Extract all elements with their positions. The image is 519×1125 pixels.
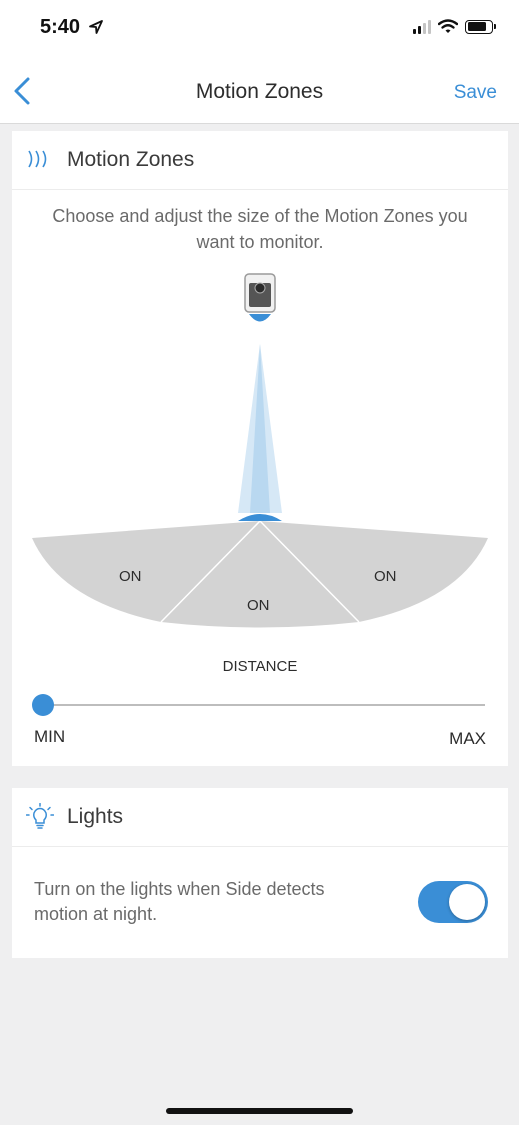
motion-waves-icon	[28, 150, 47, 168]
slider-max-label: MAX	[449, 729, 486, 748]
lights-card: Lights Turn on the lights when Side dete…	[12, 788, 508, 958]
distance-label: DISTANCE	[222, 658, 298, 675]
field-of-view-beam	[238, 344, 282, 513]
motion-zones-card: Motion Zones Choose and adjust the size …	[12, 131, 508, 766]
location-arrow-icon	[89, 20, 103, 34]
light-bulb-icon	[26, 803, 54, 829]
lights-toggle[interactable]	[418, 881, 488, 923]
cellular-signal-icon	[413, 19, 431, 34]
motion-zones-title: Motion Zones	[67, 148, 195, 171]
battery-icon	[465, 19, 496, 34]
nav-bar: Motion Zones Save	[0, 58, 519, 124]
zone-center-label: ON	[247, 597, 270, 614]
slider-min-label: MIN	[34, 727, 66, 746]
distance-slider-thumb[interactable]	[32, 694, 54, 716]
camera-device-icon	[244, 273, 276, 322]
lights-title: Lights	[67, 805, 124, 828]
status-bar: 5:40	[0, 0, 519, 58]
page-title: Motion Zones	[195, 80, 324, 103]
status-time: 5:40	[40, 16, 81, 38]
lights-description: Turn on the lights when Side detects mot…	[34, 879, 325, 924]
toggle-knob	[449, 884, 485, 920]
save-button[interactable]: Save	[454, 82, 497, 104]
zone-left-label: ON	[119, 568, 142, 585]
zone-right-label: ON	[374, 568, 397, 585]
motion-zones-header: Motion Zones	[12, 131, 508, 190]
wifi-icon	[438, 19, 458, 33]
motion-zones-description: Choose and adjust the size of the Motion…	[52, 206, 468, 252]
motion-zones-diagram	[32, 273, 488, 628]
home-indicator[interactable]	[166, 1108, 353, 1114]
lights-header: Lights	[12, 788, 508, 847]
status-indicators	[413, 19, 496, 34]
distance-slider[interactable]	[32, 694, 485, 716]
